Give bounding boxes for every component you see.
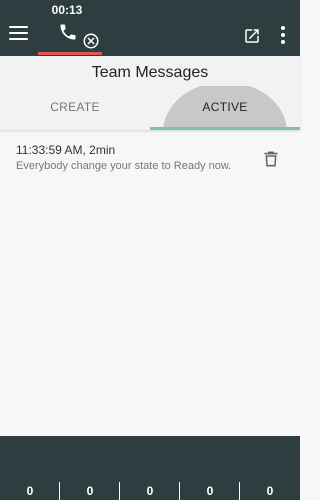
counter-5: 0 <box>266 484 274 498</box>
message-timestamp: 11:33:59 AM, 2min <box>16 143 116 157</box>
tab-create[interactable]: CREATE <box>0 86 150 128</box>
tab-active-label: ACTIVE <box>202 100 248 114</box>
tab-selected-indicator <box>150 127 300 130</box>
menu-icon[interactable] <box>9 26 28 40</box>
tab-active[interactable]: ACTIVE <box>150 86 300 128</box>
top-bar: 00:13 <box>0 0 300 56</box>
phone-icon <box>60 24 76 40</box>
counter-2: 0 <box>86 484 94 498</box>
call-control[interactable] <box>38 16 102 56</box>
counter-4: 0 <box>206 484 214 498</box>
delete-icon[interactable] <box>264 151 278 167</box>
message-text: Everybody change your state to Ready now… <box>16 160 232 172</box>
message-item: 11:33:59 AM, 2min Everybody change your … <box>0 136 300 180</box>
status-footer: 0 0 0 0 0 <box>0 436 300 500</box>
call-active-indicator <box>38 52 102 55</box>
open-external-icon[interactable] <box>243 27 261 45</box>
tab-create-label: CREATE <box>50 100 100 114</box>
counter-1: 0 <box>26 484 34 498</box>
page-title: Team Messages <box>91 64 209 81</box>
call-timer: 00:13 <box>51 3 83 17</box>
counter-3: 0 <box>146 484 154 498</box>
hangup-x-icon[interactable] <box>82 32 100 50</box>
more-vert-icon[interactable] <box>280 26 286 44</box>
team-messages-panel: Team Messages CREATE ACTIVE <box>0 56 300 130</box>
